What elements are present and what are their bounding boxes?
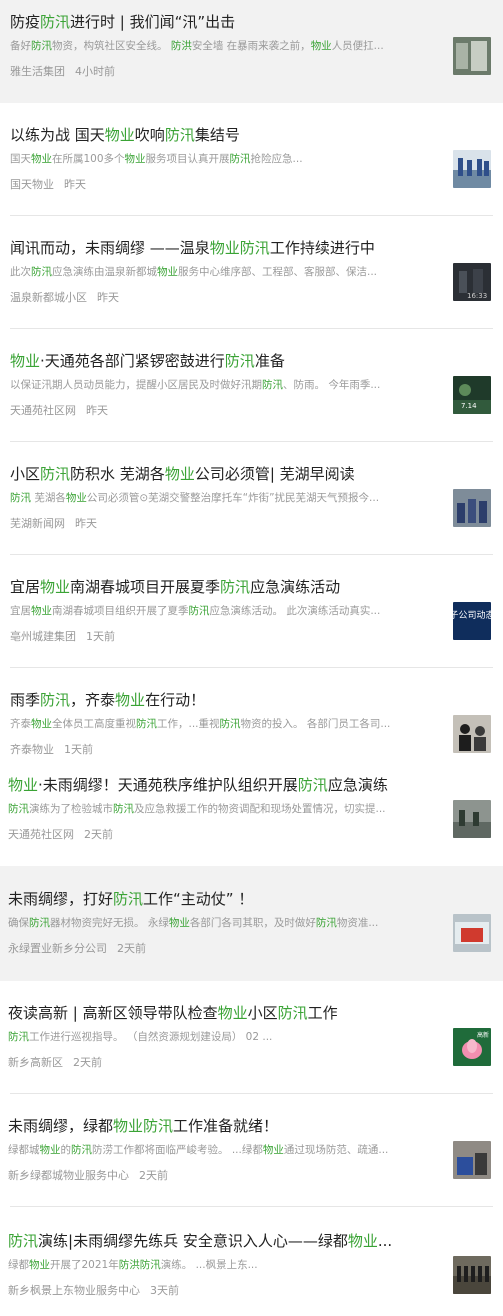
thumb-caption: 子公司动态 [453, 609, 491, 621]
news-item[interactable]: 未雨绸缪，绿都物业防汛工作准备就绪！ 绿都城物业的防汛防涝工作都将面临严峻考验。… [0, 1094, 503, 1207]
news-title[interactable]: 未雨绸缪，打好防汛工作“主动仗” ！ [8, 889, 495, 909]
thumb-caption: 高新 [477, 1031, 489, 1039]
news-meta: 天通苑社区网 昨天 [10, 403, 108, 419]
news-source: 雅生活集团 [10, 65, 65, 78]
news-thumbnail[interactable] [453, 715, 491, 753]
news-time: 2天前 [84, 828, 113, 841]
news-snippet: 齐泰物业全体员工高度重视防汛工作，...重视防汛物资的投入。 各部门员工各司..… [10, 718, 391, 730]
news-item[interactable]: 以练为战 国天物业吹响防汛集结号 国天物业在所属100多个物业服务项目认真开展防… [0, 103, 503, 216]
news-time: 3天前 [150, 1284, 179, 1297]
news-snippet: 以保证汛期人员动员能力，提醒小区居民及时做好汛期防汛、防雨。 今年雨季... [10, 379, 381, 391]
news-thumbnail[interactable] [453, 1256, 491, 1294]
news-item[interactable]: 物业·未雨绸缪！天通苑秩序维护队组织开展防汛应急演练 防汛演练为了检验城市防汛及… [0, 769, 503, 866]
news-item[interactable]: 未雨绸缪，打好防汛工作“主动仗” ！ 确保防汛器材物资完好无损。 永绿物业各部门… [0, 866, 503, 981]
news-thumbnail[interactable]: 16:33 [453, 263, 491, 301]
news-source: 永绿置业新乡分公司 [8, 942, 107, 955]
news-title[interactable]: 小区防汛防积水 芜湖各物业公司必须管| 芜湖早阅读 [10, 464, 495, 484]
news-snippet: 宜居物业南湖春城项目组织开展了夏季防汛应急演练活动。 此次演练活动真实... [10, 605, 381, 617]
news-snippet: 国天物业在所属100多个物业服务项目认真开展防汛抢险应急... [10, 153, 303, 165]
news-meta: 新乡高新区 2天前 [8, 1055, 102, 1071]
news-snippet: 绿都城物业的防汛防涝工作都将面临严峻考验。 ...绿都物业通过现场防范、疏通..… [8, 1144, 389, 1156]
news-meta: 温泉新都城小区 昨天 [10, 290, 119, 306]
news-title[interactable]: 物业·天通苑各部门紧锣密鼓进行防汛准备 [10, 351, 495, 371]
news-title[interactable]: 物业·未雨绸缪！天通苑秩序维护队组织开展防汛应急演练 [8, 775, 495, 795]
news-title[interactable]: 防汛演练|未雨绸缪先练兵 安全意识入人心——绿都物业... [8, 1231, 495, 1251]
news-meta: 雅生活集团 4小时前 [10, 64, 115, 80]
news-source: 齐泰物业 [10, 743, 54, 756]
news-thumbnail[interactable] [453, 914, 491, 952]
news-snippet: 防汛 芜湖各物业公司必须管⊙芜湖交警整治摩托车“炸街”扰民芜湖天气预报今... [10, 492, 380, 504]
news-title[interactable]: 夜读高新 | 高新区领导带队检查物业小区防汛工作 [8, 1003, 495, 1023]
news-time: 4小时前 [75, 65, 115, 78]
news-thumbnail[interactable] [453, 150, 491, 188]
news-snippet: 防汛工作进行巡视指导。 （自然资源规划建设局） 02 ... [8, 1031, 273, 1043]
news-snippet: 防汛演练为了检验城市防汛及应急救援工作的物资调配和现场处置情况，切实提... [8, 803, 386, 815]
news-time: 2天前 [117, 942, 146, 955]
news-title[interactable]: 防疫防汛进行时 | 我们闻“汛”出击 [10, 12, 495, 32]
news-thumbnail[interactable]: 子公司动态 [453, 602, 491, 640]
news-title[interactable]: 闻讯而动，未雨绸缪 ——温泉物业防汛工作持续进行中 [10, 238, 495, 258]
news-thumbnail[interactable] [453, 1141, 491, 1179]
news-source: 亳州城建集团 [10, 630, 76, 643]
news-item[interactable]: 防疫防汛进行时 | 我们闻“汛”出击 备好防汛物资，构筑社区安全线。 防洪安全墙… [0, 0, 503, 103]
news-source: 新乡绿都城物业服务中心 [8, 1169, 129, 1182]
news-item[interactable]: 防汛演练|未雨绸缪先练兵 安全意识入人心——绿都物业... 绿都物业开展了202… [0, 1207, 503, 1316]
news-meta: 永绿置业新乡分公司 2天前 [8, 941, 146, 957]
news-time: 2天前 [73, 1056, 102, 1069]
news-time: 昨天 [86, 404, 108, 417]
news-thumbnail[interactable] [453, 489, 491, 527]
news-meta: 齐泰物业 1天前 [10, 742, 93, 758]
news-meta: 新乡枫景上东物业服务中心 3天前 [8, 1283, 179, 1299]
news-snippet: 确保防汛器材物资完好无损。 永绿物业各部门各司其职，及时做好防汛物资准... [8, 917, 379, 929]
news-thumbnail[interactable]: 7.14 [453, 376, 491, 414]
news-time: 昨天 [64, 178, 86, 191]
news-thumbnail[interactable] [453, 37, 491, 75]
news-source: 新乡枫景上东物业服务中心 [8, 1284, 140, 1297]
news-title[interactable]: 宜居物业南湖春城项目开展夏季防汛应急演练活动 [10, 577, 495, 597]
news-meta: 芜湖新闻网 昨天 [10, 516, 97, 532]
news-source: 芜湖新闻网 [10, 517, 65, 530]
news-title[interactable]: 以练为战 国天物业吹响防汛集结号 [10, 125, 495, 145]
news-time: 1天前 [64, 743, 93, 756]
news-time: 2天前 [139, 1169, 168, 1182]
news-time: 昨天 [75, 517, 97, 530]
news-item[interactable]: 物业·天通苑各部门紧锣密鼓进行防汛准备 以保证汛期人员动员能力，提醒小区居民及时… [0, 329, 503, 442]
news-meta: 天通苑社区网 2天前 [8, 827, 113, 843]
news-item[interactable]: 夜读高新 | 高新区领导带队检查物业小区防汛工作 防汛工作进行巡视指导。 （自然… [0, 981, 503, 1094]
news-snippet: 备好防汛物资，构筑社区安全线。 防洪安全墙 在暴雨来袭之前，物业人员便扛... [10, 40, 384, 52]
news-meta: 亳州城建集团 1天前 [10, 629, 115, 645]
news-source: 国天物业 [10, 178, 54, 191]
news-meta: 国天物业 昨天 [10, 177, 86, 193]
news-time: 昨天 [97, 291, 119, 304]
news-snippet: 此次防汛应急演练由温泉新都城物业服务中心维序部、工程部、客服部、保洁... [10, 266, 378, 278]
news-time: 1天前 [86, 630, 115, 643]
news-source: 天通苑社区网 [10, 404, 76, 417]
news-item[interactable]: 宜居物业南湖春城项目开展夏季防汛应急演练活动 宜居物业南湖春城项目组织开展了夏季… [0, 555, 503, 668]
thumb-caption: 16:33 [467, 292, 487, 300]
news-source: 天通苑社区网 [8, 828, 74, 841]
news-meta: 新乡绿都城物业服务中心 2天前 [8, 1168, 168, 1184]
news-snippet: 绿都物业开展了2021年防洪防汛演练。 ...枫景上东... [8, 1259, 258, 1271]
news-item[interactable]: 闻讯而动，未雨绸缪 ——温泉物业防汛工作持续进行中 此次防汛应急演练由温泉新都城… [0, 216, 503, 329]
news-source: 新乡高新区 [8, 1056, 63, 1069]
news-item[interactable]: 小区防汛防积水 芜湖各物业公司必须管| 芜湖早阅读 防汛 芜湖各物业公司必须管⊙… [0, 442, 503, 555]
news-item[interactable]: 雨季防汛，齐泰物业在行动！ 齐泰物业全体员工高度重视防汛工作，...重视防汛物资… [0, 668, 503, 769]
news-thumbnail[interactable] [453, 800, 491, 838]
thumb-caption: 7.14 [461, 402, 477, 410]
news-title[interactable]: 未雨绸缪，绿都物业防汛工作准备就绪！ [8, 1116, 495, 1136]
news-source: 温泉新都城小区 [10, 291, 87, 304]
news-thumbnail[interactable]: 高新 [453, 1028, 491, 1066]
news-title[interactable]: 雨季防汛，齐泰物业在行动！ [10, 690, 495, 710]
